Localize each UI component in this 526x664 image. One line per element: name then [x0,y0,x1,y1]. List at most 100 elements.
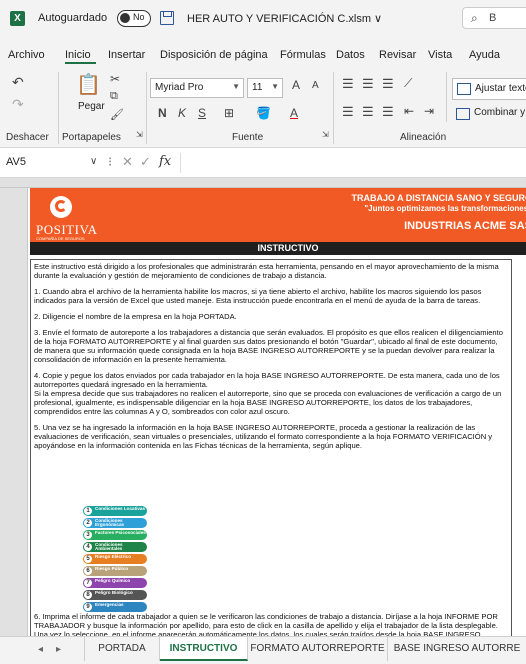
search-box[interactable]: ⌕ B [462,7,526,29]
increase-indent-icon[interactable]: ⇥ [424,104,434,118]
font-name-value: Myriad Pro [155,82,204,93]
file-name[interactable]: HER AUTO Y VERIFICACIÓN C.xlsm ∨ [187,12,382,25]
align-top-icon[interactable]: ☰ [342,76,354,92]
row-headers[interactable] [0,188,28,636]
group-separator [58,72,59,144]
chevron-down-icon[interactable]: ∨ [90,156,97,167]
column-headers[interactable] [0,178,526,188]
cut-icon[interactable]: ✂ [110,72,120,86]
group-separator [333,72,334,144]
legend-label: Peligro Biológico [95,590,133,595]
sheet-tabs-bar: ◂ ▸ PORTADA INSTRUCTIVO FORMATO AUTORREP… [0,636,526,664]
italic-button[interactable]: K [178,106,186,120]
legend-label: Condiciones Ergonómicas [95,518,125,528]
header-banner: POSITIVA COMPAÑÍA DE SEGUROS TRABAJO A D… [30,188,526,242]
underline-button[interactable]: S [198,106,206,120]
tab-insertar[interactable]: Insertar [108,49,145,61]
legend-item: 4 Condiciones Ambientales [83,542,147,552]
legend-number: 7 [84,579,92,587]
sheet-content[interactable]: POSITIVA COMPAÑÍA DE SEGUROS TRABAJO A D… [28,188,526,636]
positiva-logo-icon [50,196,72,218]
enter-icon[interactable]: ✓ [140,154,151,170]
shrink-font-icon[interactable]: A [312,80,319,91]
step-1: 1. Cuando abra el archivo de la herramie… [34,287,482,305]
legend-label: Riesgo Público [95,566,129,571]
title-bar: X Autoguardado No HER AUTO Y VERIFICACIÓ… [0,0,526,38]
align-bottom-icon[interactable]: ☰ [382,76,394,92]
grow-font-icon[interactable]: A [292,78,300,92]
excel-icon: X [10,11,25,26]
paste-label[interactable]: Pegar [78,101,105,112]
format-painter-icon[interactable]: 🖌 [110,108,124,121]
tab-formulas[interactable]: Fórmulas [280,49,326,61]
legend-item: 2 Condiciones Ergonómicas [83,518,147,528]
tab-disposicion[interactable]: Disposición de página [160,49,268,61]
legend-number: 6 [84,567,92,575]
legend-label: Riesgo Eléctrico [95,554,131,559]
wrap-text-button[interactable]: Ajustar texto [452,78,526,100]
dialog-launcher-icon[interactable]: ⇲ [322,130,329,139]
tab-inicio[interactable]: Inicio [65,49,91,61]
legend-item: 7 Peligro Químico [83,578,147,588]
name-box[interactable]: AV5 [6,156,26,168]
paste-icon[interactable]: 📋 [76,72,101,97]
redo-icon[interactable]: ↷ [12,96,24,113]
font-name-select[interactable]: Myriad Pro ▼ [150,78,244,98]
sheet-tab-formato-autorreporte[interactable]: FORMATO AUTORREPORTE [248,637,388,661]
orientation-icon[interactable]: ⟋ [404,76,412,91]
sheet-tab-instructivo[interactable]: INSTRUCTIVO [160,637,248,661]
tab-revisar[interactable]: Revisar [379,49,416,61]
step-5: 5. Una vez se ha ingresado la informació… [34,423,493,450]
undo-icon[interactable]: ↶ [12,74,24,91]
merge-center-button[interactable]: Combinar y c [452,104,526,124]
legend-label: Condiciones Locativas [95,506,146,511]
undo-group-label: Deshacer [6,132,49,143]
tab-datos[interactable]: Datos [336,49,365,61]
cancel-icon[interactable]: ✕ [122,154,133,170]
legend-label: Factores Psicosociales [95,530,146,535]
font-size-value: 11 [252,82,263,93]
copy-icon[interactable]: ⧉ [110,90,118,103]
step-6: 6. Imprima el informe de cada trabajador… [34,612,498,636]
borders-icon[interactable]: ⊞ [224,106,234,120]
legend-number: 5 [84,555,92,563]
logo-subtitle: COMPAÑÍA DE SEGUROS [36,236,85,241]
legend-label: Condiciones Ambientales [95,542,123,552]
sheet-tab-base-ingreso[interactable]: BASE INGRESO AUTORRE [388,637,526,661]
tab-ayuda[interactable]: Ayuda [469,49,500,61]
font-size-select[interactable]: 11 ▼ [247,78,283,98]
tab-vista[interactable]: Vista [428,49,452,61]
legend-item: 8 Peligro Biológico [83,590,147,600]
legend-label: Peligro Químico [95,578,131,583]
save-icon[interactable] [160,11,174,25]
insert-function-icon[interactable]: fx [159,154,171,169]
merge-icon [456,108,470,120]
autosave-state: No [133,12,145,22]
font-group-label: Fuente [232,132,264,143]
legend-number: 8 [84,591,92,599]
align-center-icon[interactable]: ☰ [362,104,374,120]
align-middle-icon[interactable]: ☰ [362,76,374,92]
wrap-text-icon [457,83,471,95]
autosave-toggle[interactable]: No [117,10,151,27]
fill-color-icon[interactable]: 🪣 [256,106,271,120]
align-right-icon[interactable]: ☰ [382,104,394,120]
bold-button[interactable]: N [158,106,167,120]
group-separator [146,72,147,144]
tab-archivo[interactable]: Archivo [8,49,45,61]
formula-input[interactable] [180,153,526,173]
formula-bar: AV5 ∨ ⁝ ✕ ✓ fx [0,148,526,178]
legend-number: 1 [84,507,92,515]
step-4: 4. Copie y pegue los datos enviados por … [34,371,502,416]
intro-paragraph: Este instructivo está dirigido a los pro… [34,262,499,280]
sheet-tab-portada[interactable]: PORTADA [84,637,160,661]
legend-number: 2 [84,519,92,527]
next-sheet-icon[interactable]: ▸ [56,644,61,655]
decrease-indent-icon[interactable]: ⇤ [404,104,414,118]
align-left-icon[interactable]: ☰ [342,104,354,120]
dialog-launcher-icon[interactable]: ⇲ [136,130,143,139]
logo-swirl [55,200,67,212]
legend-item: 3 Factores Psicosociales [83,530,147,540]
font-color-icon[interactable]: A [290,106,298,120]
prev-sheet-icon[interactable]: ◂ [38,644,43,655]
